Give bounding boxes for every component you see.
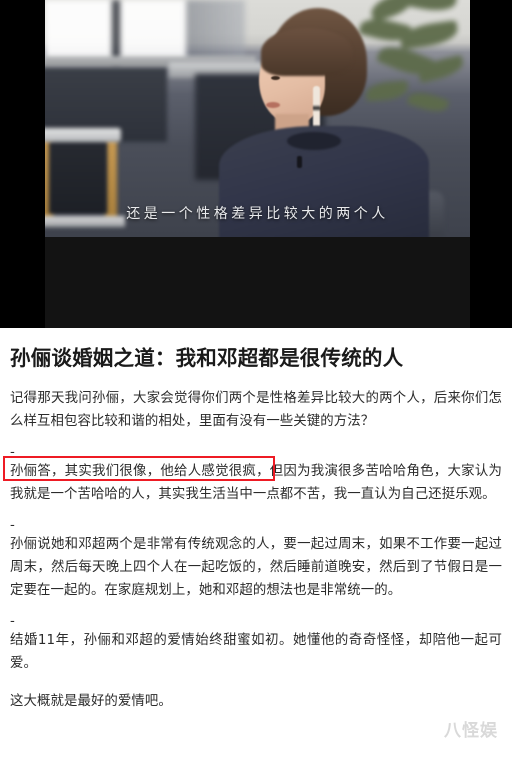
article-paragraph-2: 孙俪答，其实我们很像，他给人感觉很疯，但因为我演很多苦哈哈角色，大家认为我就是一… xyxy=(10,463,502,502)
video-player[interactable]: 还是一个性格差异比较大的两个人 xyxy=(0,0,512,328)
paragraph-separator-2: - xyxy=(10,517,15,533)
scene-stool-top xyxy=(45,128,121,142)
letterbox-right xyxy=(470,0,512,328)
watermark: 八怪娱 xyxy=(444,721,498,741)
person-collar xyxy=(287,132,341,150)
paragraph-separator-1: - xyxy=(10,444,15,460)
article-body: 孙俪谈婚姻之道：我和邓超都是很传统的人 记得那天我问孙俪，大家会觉得你们两个是性… xyxy=(0,345,512,714)
highlighted-paragraph-wrapper: 孙俪答，其实我们很像，他给人感觉很疯，但因为我演很多苦哈哈角色，大家认为我就是一… xyxy=(3,455,502,506)
article-paragraph-1: 记得那天我问孙俪，大家会觉得你们两个是性格差异比较大的两个人，后来你们怎么样互相… xyxy=(10,390,502,429)
scene-window xyxy=(45,0,245,64)
page-title: 孙俪谈婚姻之道：我和邓超都是很传统的人 xyxy=(10,346,404,370)
paragraph-separator-3: - xyxy=(10,613,15,629)
article-page: 还是一个性格差异比较大的两个人 孙俪谈婚姻之道：我和邓超都是很传统的人 记得那天… xyxy=(0,0,512,763)
person-fringe xyxy=(261,28,353,76)
video-player-background xyxy=(45,237,470,328)
video-subtitle: 还是一个性格差异比较大的两个人 xyxy=(126,206,389,222)
article-paragraph-3: 孙俪说她和邓超两个是非常有传统观念的人，要一起过周末，如果不工作要一起过周末，然… xyxy=(10,536,502,598)
person-lips xyxy=(266,102,280,108)
letterbox-left xyxy=(0,0,45,328)
article-paragraph-5: 这大概就是最好的爱情吧。 xyxy=(10,694,172,710)
lapel-mic-icon xyxy=(297,156,302,168)
video-frame[interactable]: 还是一个性格差异比较大的两个人 xyxy=(45,0,470,237)
person-eye xyxy=(271,76,280,80)
article-paragraph-4: 结婚11年，孙俪和邓超的爱情始终甜蜜如初。她懂他的奇奇怪怪，却陪他一起可爱。 xyxy=(10,632,502,672)
